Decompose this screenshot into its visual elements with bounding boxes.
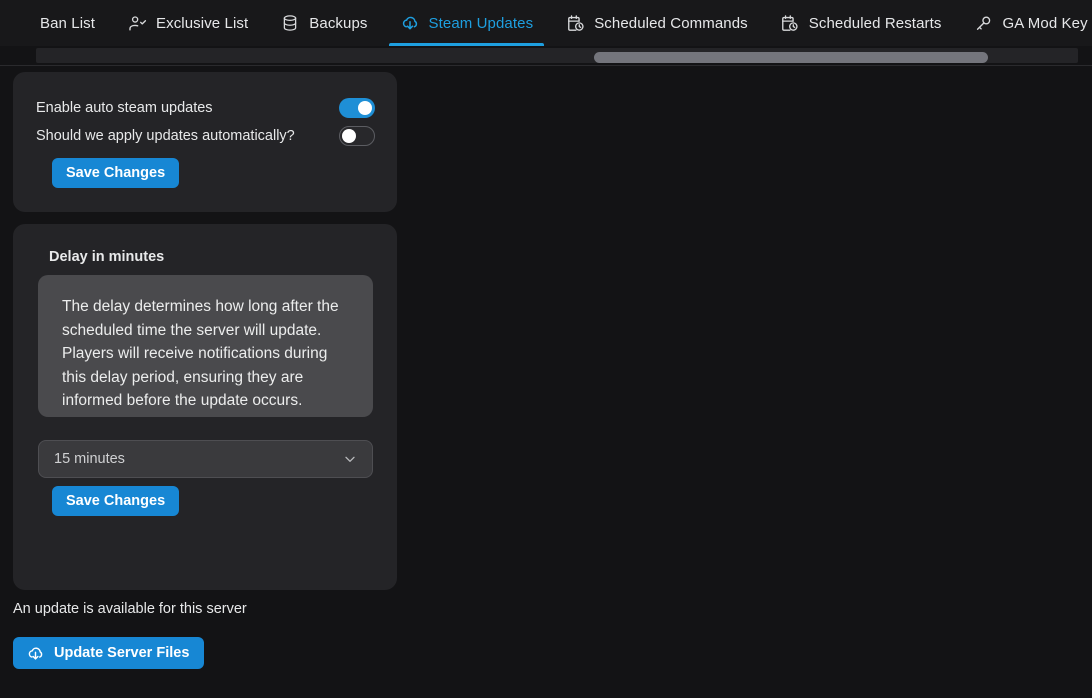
scrollbar-thumb[interactable]: [594, 52, 988, 63]
cloud-download-icon: [400, 13, 420, 33]
tab-scheduled-restarts[interactable]: Scheduled Restarts: [764, 0, 958, 46]
tab-label: GA Mod Key: [1002, 14, 1088, 32]
save-delay-button[interactable]: Save Changes: [52, 486, 180, 516]
apply-updates-automatically-label: Should we apply updates automatically?: [36, 127, 295, 144]
tab-label: Scheduled Commands: [594, 14, 748, 32]
cloud-download-icon: [26, 644, 45, 663]
tab-label: Backups: [309, 14, 368, 32]
delay-description-box: The delay determines how long after the …: [38, 275, 373, 417]
delay-description-text: The delay determines how long after the …: [62, 298, 339, 409]
tab-list: Ban List Exclusive List Backups Steam Up…: [0, 0, 1092, 46]
delay-settings-card: Delay in minutes The delay determines ho…: [13, 224, 397, 590]
calendar-clock-icon: [565, 13, 585, 33]
scrollbar-track[interactable]: [36, 48, 1078, 63]
update-server-files-button[interactable]: Update Server Files: [13, 637, 205, 669]
chevron-down-icon: [342, 451, 358, 467]
tab-label: Exclusive List: [156, 14, 249, 32]
delay-minutes-selected-value: 15 minutes: [54, 450, 125, 467]
update-server-files-label: Update Server Files: [54, 645, 190, 661]
tab-bar: Ban List Exclusive List Backups Steam Up…: [0, 0, 1092, 46]
toggle-knob: [358, 101, 372, 115]
tab-label: Scheduled Restarts: [808, 14, 942, 32]
horizontal-scrollbar[interactable]: [0, 46, 1092, 66]
calendar-clock-icon: [780, 13, 800, 33]
enable-auto-updates-row: Enable auto steam updates: [13, 97, 397, 119]
apply-updates-automatically-toggle[interactable]: [339, 126, 375, 146]
tab-exclusive-list[interactable]: Exclusive List: [111, 0, 264, 46]
update-available-notice: An update is available for this server: [13, 601, 247, 617]
tab-backups[interactable]: Backups: [264, 0, 383, 46]
main-content: Enable auto steam updates Should we appl…: [0, 66, 1092, 698]
tab-ga-mod-key[interactable]: GA Mod Key: [957, 0, 1092, 46]
user-check-icon: [127, 13, 147, 33]
enable-auto-updates-label: Enable auto steam updates: [36, 99, 213, 116]
delay-minutes-select[interactable]: 15 minutes: [38, 440, 373, 478]
key-icon: [973, 13, 993, 33]
tab-label: Steam Updates: [428, 14, 534, 32]
delay-title: Delay in minutes: [49, 249, 165, 265]
enable-auto-updates-toggle[interactable]: [339, 98, 375, 118]
save-auto-updates-button[interactable]: Save Changes: [52, 158, 180, 188]
tab-scheduled-commands[interactable]: Scheduled Commands: [549, 0, 764, 46]
tab-label: Ban List: [40, 14, 95, 32]
tab-ban-list[interactable]: Ban List: [24, 0, 111, 46]
tab-steam-updates[interactable]: Steam Updates: [384, 0, 550, 46]
database-icon: [280, 13, 300, 33]
apply-updates-automatically-row: Should we apply updates automatically?: [13, 125, 397, 147]
toggle-knob: [342, 129, 356, 143]
auto-steam-updates-card: Enable auto steam updates Should we appl…: [13, 72, 397, 212]
